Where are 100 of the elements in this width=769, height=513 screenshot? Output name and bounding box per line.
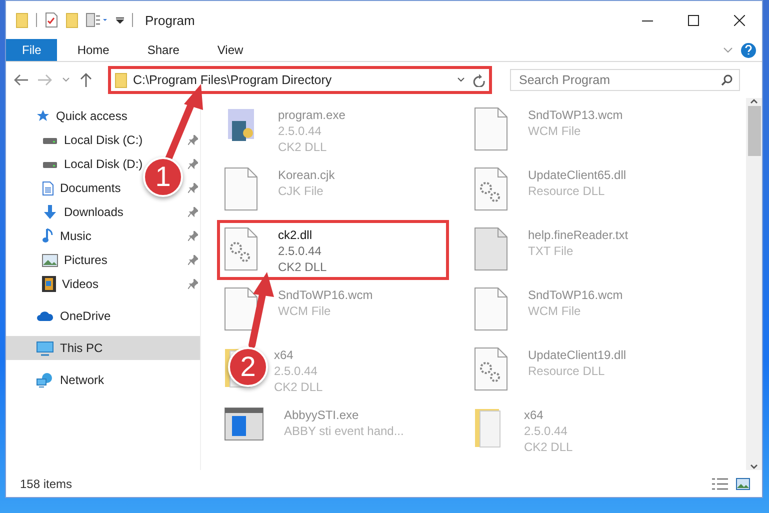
document-icon xyxy=(42,180,54,196)
blank-file-icon xyxy=(224,287,258,331)
file-name: UpdateClient19.dll xyxy=(528,347,626,363)
file-name: AbbyySTI.exe xyxy=(284,407,360,423)
sidebar-item[interactable]: Quick access xyxy=(6,104,128,128)
sidebar-label: Pictures xyxy=(64,253,108,267)
file-detail: CK2 DLL xyxy=(278,259,327,275)
sidebar-label: This PC xyxy=(60,341,103,355)
sidebar-item[interactable]: Music xyxy=(6,224,92,248)
sidebar-item[interactable]: Local Disk (C:) xyxy=(6,128,143,152)
sidebar-item[interactable]: OneDrive xyxy=(6,304,111,328)
file-name: SndToWP13.wcm xyxy=(528,107,623,123)
scroll-down-icon[interactable] xyxy=(750,464,758,470)
sidebar-item[interactable]: Downloads xyxy=(6,200,124,224)
ribbon-tab[interactable]: View xyxy=(201,39,260,61)
scroll-up-icon[interactable] xyxy=(750,98,758,104)
scrollbar[interactable] xyxy=(746,98,762,470)
up-arrow-icon[interactable] xyxy=(80,73,92,87)
picture-icon xyxy=(42,254,58,266)
sidebar-label: Local Disk (D:) xyxy=(64,157,143,171)
drive-icon xyxy=(42,159,58,169)
gear-file-icon xyxy=(474,167,508,211)
sidebar-label: Videos xyxy=(62,277,98,291)
highlighted-file-item[interactable]: ck2.dll 2.5.0.44 CK2 DLL xyxy=(217,220,449,280)
file-detail: TXT File xyxy=(528,243,574,259)
blank-file-icon xyxy=(224,167,258,211)
pin-icon[interactable] xyxy=(188,159,198,169)
film-icon xyxy=(42,276,56,292)
text-file-icon xyxy=(474,227,508,271)
pin-icon[interactable] xyxy=(188,207,198,217)
file-detail: 2.5.0.44 xyxy=(524,423,568,439)
address-bar[interactable]: C:\Program Files\Program Directory xyxy=(108,66,492,94)
sidebar-item[interactable]: This PC xyxy=(6,336,200,360)
sidebar-label: OneDrive xyxy=(60,309,111,323)
dropdown-caret-icon[interactable] xyxy=(116,16,124,24)
ribbon-tab[interactable]: Home xyxy=(61,39,126,61)
sidebar-item[interactable]: Network xyxy=(6,368,104,392)
back-arrow-icon[interactable] xyxy=(14,74,28,86)
pin-icon[interactable] xyxy=(188,231,198,241)
file-detail: CK2 DLL xyxy=(274,379,323,395)
details-view-icon[interactable] xyxy=(712,478,728,490)
file-detail: ABBY sti event hand... xyxy=(284,423,404,439)
file-detail: Resource DLL xyxy=(528,183,606,199)
file-name: program.exe xyxy=(278,107,346,123)
cloud-icon xyxy=(36,310,54,322)
file-detail: WCM File xyxy=(528,303,582,319)
network-icon xyxy=(36,372,54,388)
gear-file-icon xyxy=(474,347,508,391)
sidebar-item[interactable]: Videos xyxy=(6,272,98,296)
sidebar-label: Local Disk (C:) xyxy=(64,133,143,147)
view-layout-icon[interactable] xyxy=(86,13,108,27)
file-detail: 2.5.0.44 xyxy=(274,363,318,379)
file-name: UpdateClient65.dll xyxy=(528,167,626,183)
file-name: ck2.dll xyxy=(278,227,314,243)
file-name: x64 xyxy=(524,407,544,423)
file-detail: 2.5.0.44 xyxy=(278,243,322,259)
pin-icon[interactable] xyxy=(188,183,198,193)
file-detail: CJK File xyxy=(278,183,324,199)
sidebar-label: Network xyxy=(60,373,104,387)
window-title: Program xyxy=(145,12,195,28)
sidebar-label: Music xyxy=(60,229,92,243)
sidebar-label: Documents xyxy=(60,181,121,195)
folder-icon xyxy=(115,72,127,88)
file-detail: Resource DLL xyxy=(528,363,606,379)
file-detail: 2.5.0.44 xyxy=(278,123,322,139)
ribbon-tab[interactable]: File xyxy=(6,39,58,61)
sidebar-item[interactable]: Documents xyxy=(6,176,121,200)
help-icon[interactable] xyxy=(741,42,756,58)
scroll-thumb[interactable] xyxy=(748,106,760,156)
ribbon-tab[interactable]: Share xyxy=(131,39,196,61)
pin-icon[interactable] xyxy=(188,135,198,145)
file-detail: CK2 DLL xyxy=(278,139,328,155)
sidebar-label: Quick access xyxy=(56,109,128,123)
address-path: C:\Program Files\Program Directory xyxy=(133,73,333,87)
search-icon[interactable] xyxy=(721,74,733,86)
file-name: Korean.cjk xyxy=(278,167,335,183)
file-name: help.fineReader.txt xyxy=(528,227,628,243)
properties-icon[interactable] xyxy=(45,12,58,28)
file-detail: CK2 DLL xyxy=(524,439,573,455)
large-icons-view-icon[interactable] xyxy=(736,478,750,490)
application-window-icon xyxy=(224,407,264,441)
search-field[interactable]: Search Program xyxy=(510,69,740,91)
file-detail: WCM File xyxy=(528,123,582,139)
sidebar-item[interactable]: Local Disk (D:) xyxy=(6,152,143,176)
item-count: 158 items xyxy=(20,476,72,490)
file-detail: WCM File xyxy=(278,303,332,319)
chevron-down-icon[interactable] xyxy=(457,77,465,83)
maximize-icon xyxy=(688,14,698,26)
gear-file-icon xyxy=(224,227,258,271)
pin-icon[interactable] xyxy=(188,255,198,265)
download-icon xyxy=(42,204,58,220)
sidebar-item[interactable]: Pictures xyxy=(6,248,108,272)
file-name: x64 xyxy=(274,347,294,363)
expand-ribbon-icon[interactable] xyxy=(723,47,733,53)
sidebar-label: Downloads xyxy=(64,205,124,219)
pin-icon[interactable] xyxy=(188,279,198,289)
refresh-icon[interactable] xyxy=(471,73,485,87)
drive-icon xyxy=(42,135,58,145)
music-note-icon xyxy=(42,228,54,244)
monitor-icon xyxy=(36,340,54,356)
